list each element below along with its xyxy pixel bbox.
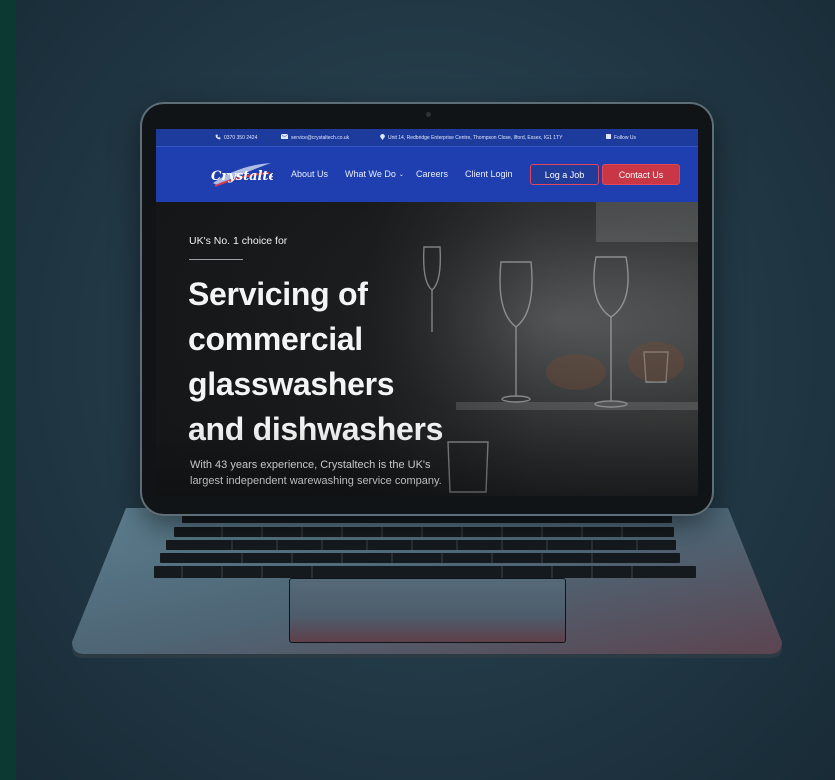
nav-client-login[interactable]: Client Login <box>465 169 513 179</box>
phone-icon <box>215 134 221 142</box>
eyebrow-divider <box>189 259 243 260</box>
camera-icon <box>426 112 431 117</box>
address-text: Unit 14, Redbridge Enterprise Centre, Th… <box>388 135 563 141</box>
nav-careers[interactable]: Careers <box>416 169 448 179</box>
follow-us-label: Follow Us <box>614 134 636 141</box>
trackpad <box>289 578 566 643</box>
contact-topbar: 0370 350 2424 service@crystaltech.co.uk … <box>156 129 698 146</box>
keyboard <box>152 514 698 580</box>
hero-section: UK's No. 1 choice for Servicing of comme… <box>156 202 698 496</box>
nav-about-label: About Us <box>291 169 329 179</box>
topbar-phone[interactable]: 0370 350 2424 <box>215 134 257 142</box>
nav-what-we-do[interactable]: What We Do ⌄ <box>345 169 404 179</box>
topbar-address[interactable]: Unit 14, Redbridge Enterprise Centre, Th… <box>380 134 562 142</box>
nav-careers-label: Careers <box>416 169 449 179</box>
envelope-icon <box>280 133 289 141</box>
topbar-email[interactable]: service@crystaltech.co.uk <box>280 133 350 141</box>
contact-us-label: Contact Us <box>618 169 664 180</box>
log-a-job-button[interactable]: Log a Job <box>530 164 599 185</box>
left-edge-stripe <box>0 0 16 780</box>
nav-client-login-label: Client Login <box>465 169 513 179</box>
hero-heading-line: glasswashers <box>188 366 395 402</box>
log-a-job-label: Log a Job <box>544 169 585 180</box>
svg-text:Crystaltech: Crystaltech <box>211 169 273 184</box>
topbar-follow[interactable]: Follow Us <box>606 134 636 141</box>
crystaltech-logo[interactable]: Crystaltech <box>209 159 273 191</box>
laptop-screen: 0370 350 2424 service@crystaltech.co.uk … <box>156 129 698 496</box>
phone-number: 0370 350 2424 <box>224 135 258 141</box>
hero-heading-line: commercial <box>188 321 363 357</box>
chevron-down-icon: ⌄ <box>398 171 404 178</box>
hero-heading-line: Servicing of <box>188 276 368 312</box>
nav-what-label: What We Do <box>345 169 396 179</box>
hero-heading: Servicing of commercial glasswashers and… <box>188 272 488 452</box>
hero-description: With 43 years experience, Crystaltech is… <box>190 459 442 487</box>
map-pin-icon <box>380 134 385 142</box>
linkedin-icon <box>606 134 611 141</box>
hero-eyebrow: UK's No. 1 choice for <box>189 235 288 247</box>
nav-about[interactable]: About Us <box>291 169 328 179</box>
contact-us-button[interactable]: Contact Us <box>602 164 680 185</box>
main-navbar: Crystaltech About Us What We Do ⌄ Career… <box>156 146 698 203</box>
hero-heading-line: and dishwashers <box>188 411 444 447</box>
email-address: service@crystaltech.co.uk <box>291 134 350 141</box>
